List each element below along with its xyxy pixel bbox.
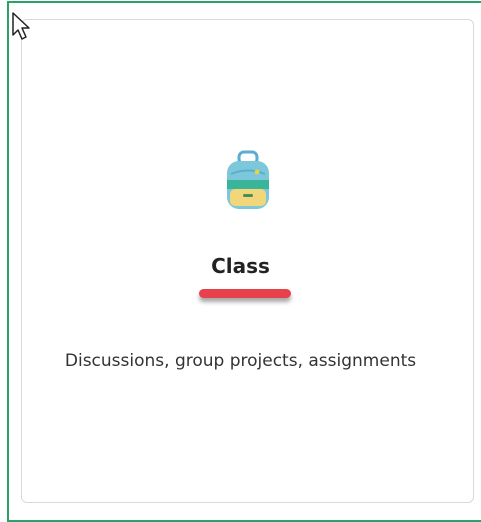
- card-description: Discussions, group projects, assignments: [64, 351, 417, 371]
- mouse-pointer-icon: [12, 12, 30, 40]
- title-underline-annotation: [199, 289, 291, 298]
- backpack-icon: [227, 150, 269, 209]
- card-title: Class: [211, 254, 270, 278]
